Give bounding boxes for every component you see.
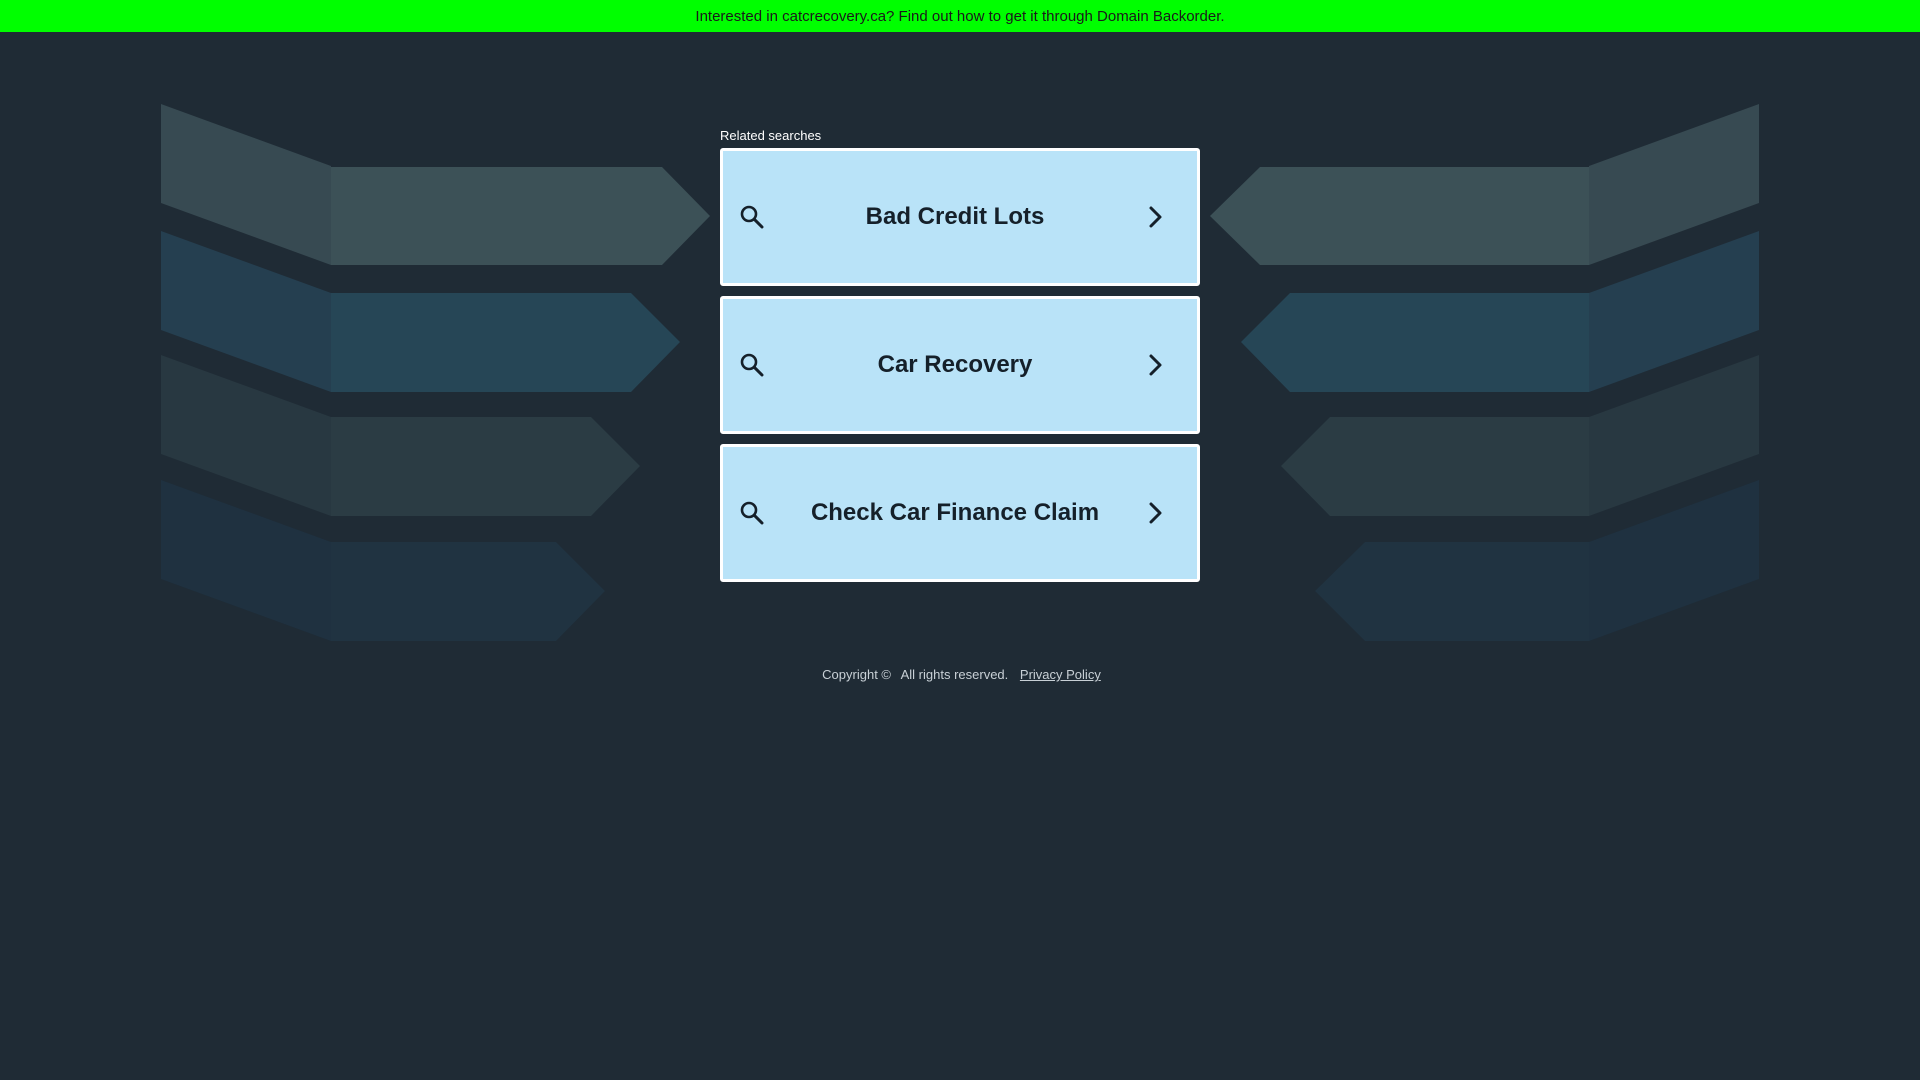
related-searches-heading: Related searches bbox=[720, 128, 822, 143]
related-search-car-recovery[interactable]: Car Recovery bbox=[720, 296, 1200, 434]
copyright-text: Copyright © bbox=[822, 667, 891, 682]
left-band-3-inner bbox=[331, 417, 640, 516]
search-icon bbox=[737, 350, 767, 380]
right-band-1-inner bbox=[1210, 167, 1589, 265]
search-icon bbox=[737, 202, 767, 232]
related-searches-panel: Related searches Bad Credit Lots Car Rec… bbox=[720, 128, 1200, 592]
page-footer: Copyright © All rights reserved. Privacy… bbox=[0, 667, 1920, 682]
search-icon bbox=[737, 498, 767, 528]
rights-text: All rights reserved. bbox=[900, 667, 1009, 682]
privacy-policy-link[interactable]: Privacy Policy bbox=[1020, 667, 1101, 682]
chevron-right-icon bbox=[1143, 500, 1169, 526]
related-search-bad-credit-lots[interactable]: Bad Credit Lots bbox=[720, 148, 1200, 286]
related-search-check-car-finance-claim[interactable]: Check Car Finance Claim bbox=[720, 444, 1200, 582]
chevron-right-icon bbox=[1143, 352, 1169, 378]
chevron-right-icon bbox=[1143, 204, 1169, 230]
right-band-4-inner bbox=[1315, 542, 1589, 641]
related-search-label[interactable]: Bad Credit Lots bbox=[767, 203, 1143, 231]
left-band-4-inner bbox=[331, 542, 605, 641]
right-band-3-inner bbox=[1281, 417, 1589, 516]
left-band-1-inner bbox=[331, 167, 710, 265]
right-band-2-inner bbox=[1241, 293, 1589, 392]
related-search-label[interactable]: Car Recovery bbox=[767, 351, 1143, 379]
left-band-2-inner bbox=[331, 293, 680, 392]
related-search-label[interactable]: Check Car Finance Claim bbox=[767, 499, 1143, 527]
